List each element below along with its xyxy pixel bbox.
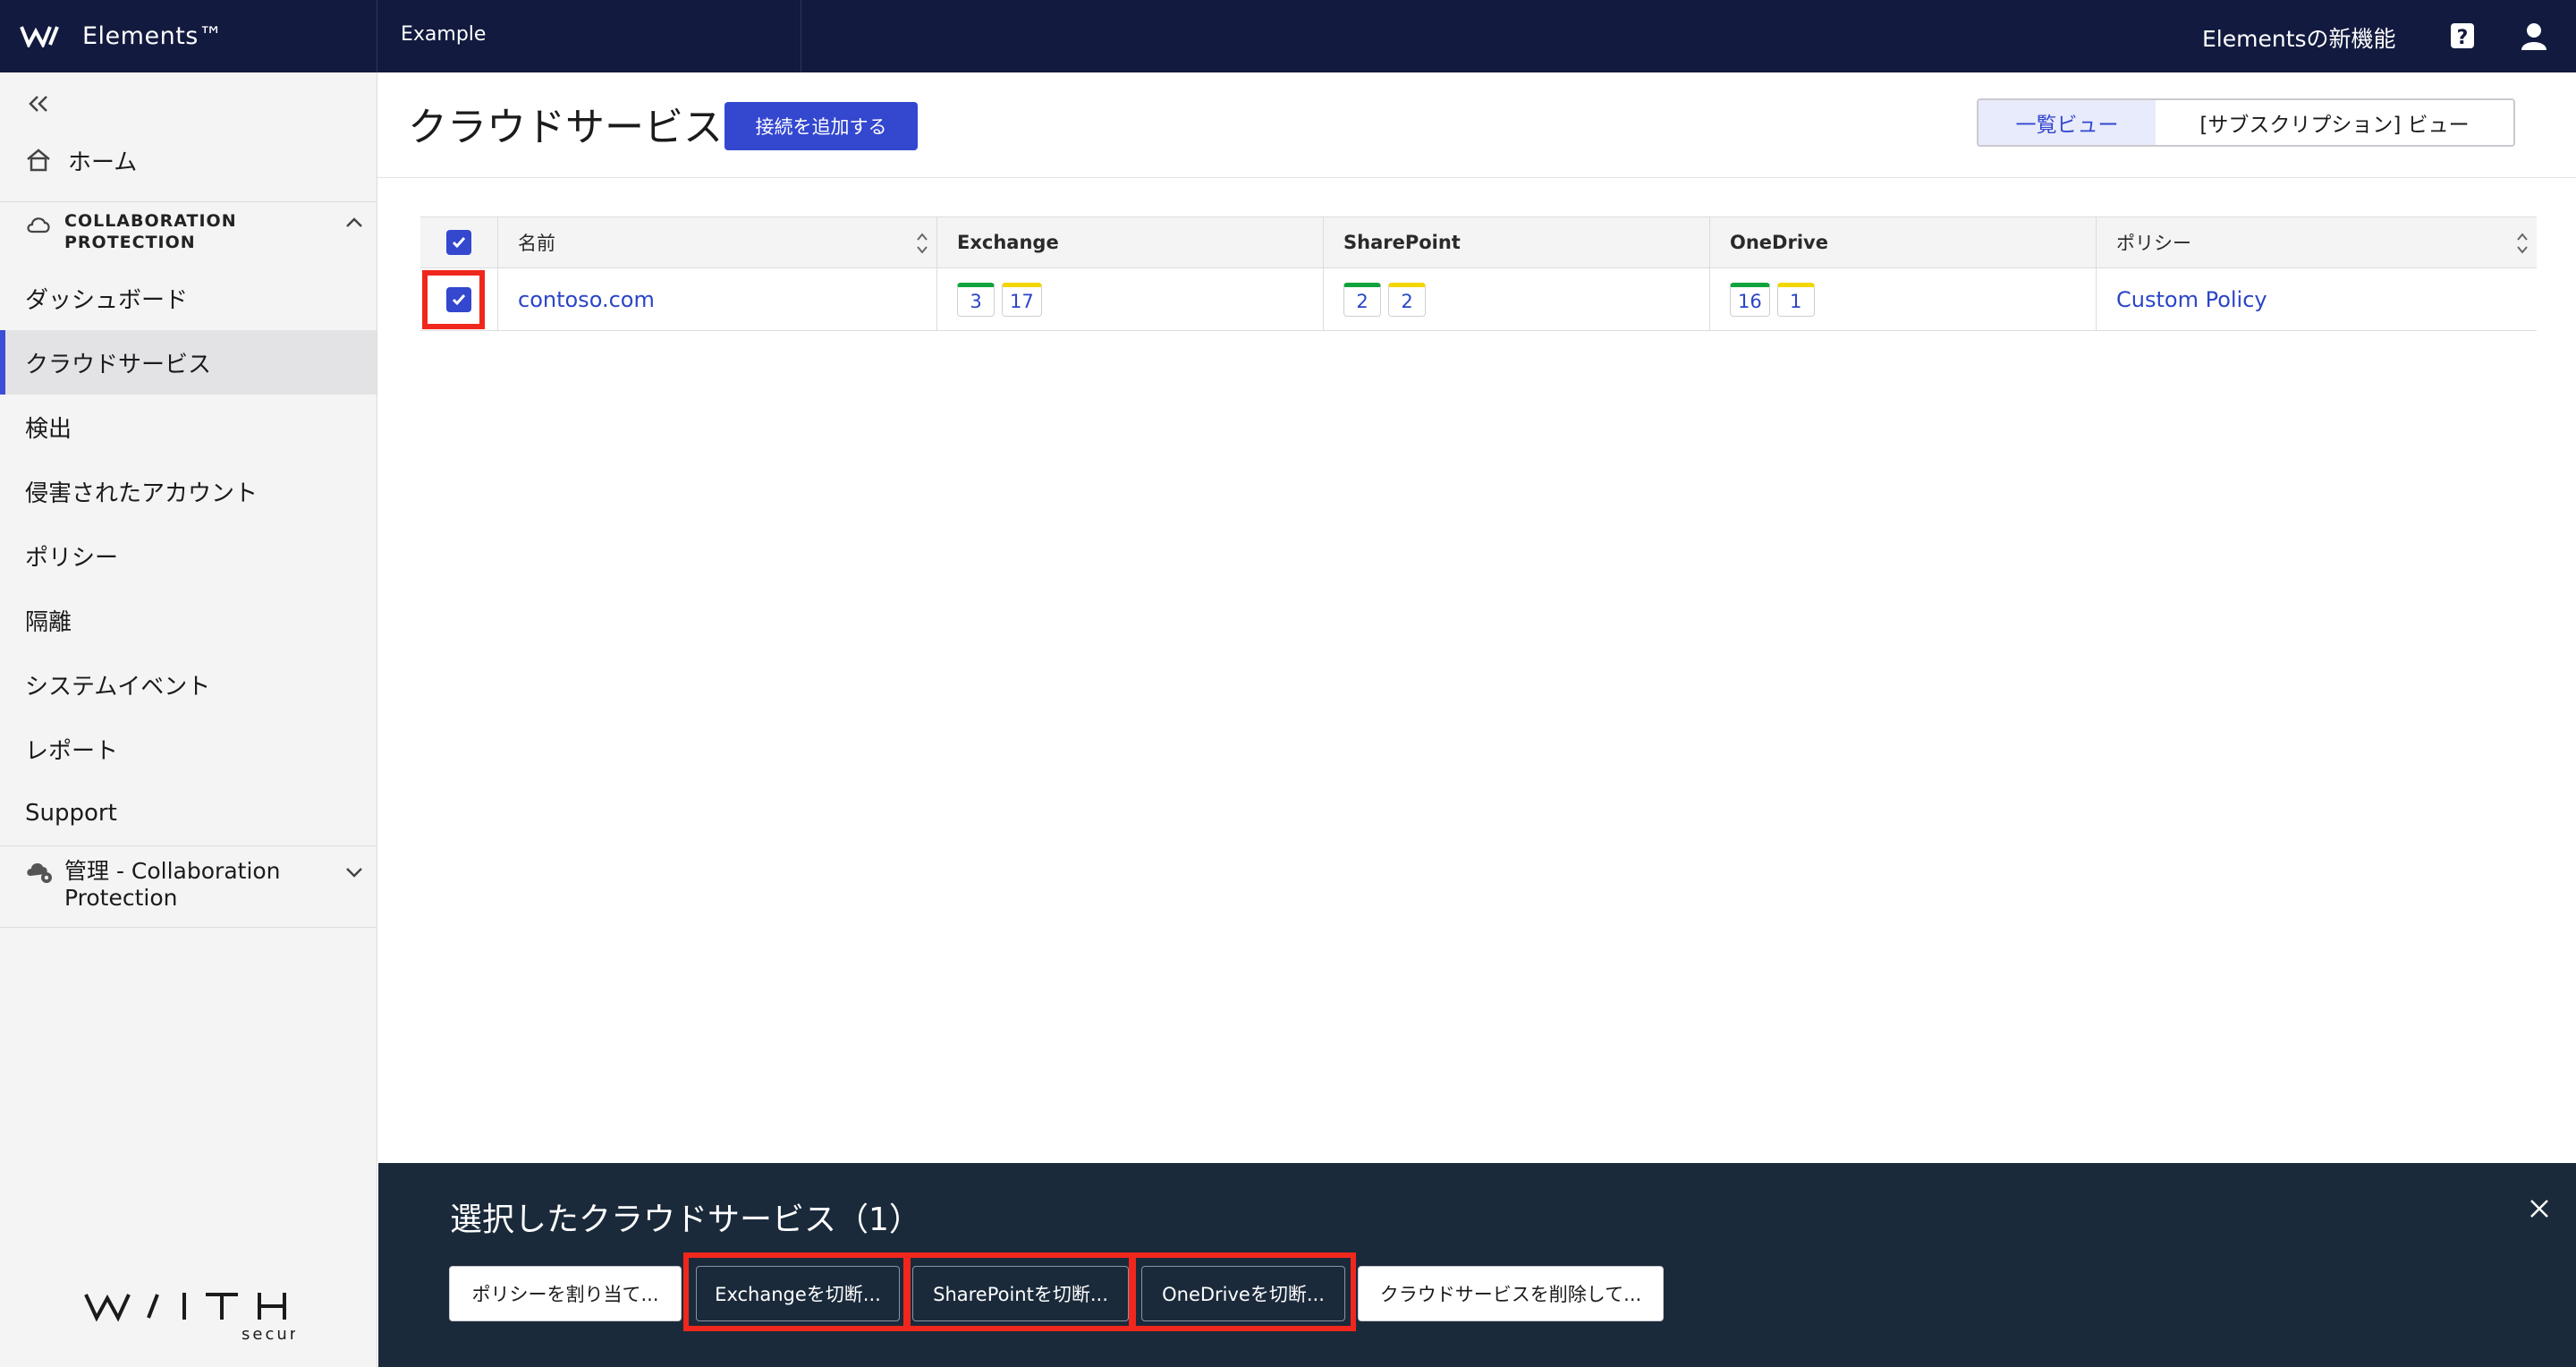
header-divider	[377, 177, 2576, 178]
policy-link[interactable]: Custom Policy	[2116, 287, 2267, 312]
sidebar-item-home[interactable]: ホーム	[25, 144, 137, 176]
org-name[interactable]: Example	[401, 23, 486, 46]
exchange-cell: 3 17	[936, 268, 1323, 330]
sort-icon[interactable]	[915, 230, 929, 257]
subscription-view-button[interactable]: [サブスクリプション] ビュー	[2156, 100, 2513, 145]
cloud-gear-icon	[27, 863, 52, 883]
column-header-policy[interactable]: ポリシー	[2096, 217, 2537, 267]
section-title: COLLABORATION PROTECTION	[64, 211, 237, 252]
brand-name: Elements™	[82, 21, 224, 50]
sidebar-divider	[0, 201, 377, 202]
add-connection-button[interactable]: 接続を追加する	[724, 102, 918, 150]
view-toggle: 一覧ビュー [サブスクリプション] ビュー	[1977, 98, 2515, 147]
admin-section[interactable]: 管理 - Collaboration Protection	[25, 858, 365, 912]
withsecure-logo-icon	[20, 26, 59, 47]
column-header-exchange: Exchange	[936, 217, 1323, 267]
disconnect-onedrive-button[interactable]: OneDriveを切断...	[1141, 1266, 1345, 1321]
sidebar-item-detections[interactable]: 検出	[0, 395, 377, 459]
sharepoint-unprotected-badge[interactable]: 2	[1388, 282, 1426, 317]
assign-policy-button[interactable]: ポリシーを割り当て...	[449, 1266, 682, 1321]
sort-icon[interactable]	[2515, 230, 2529, 257]
column-header-sharepoint: SharePoint	[1323, 217, 1709, 267]
admin-title: 管理 - Collaboration Protection	[64, 858, 281, 911]
sidebar-item-support[interactable]: Support	[0, 781, 377, 845]
cloud-services-table: 名前 Exchange SharePoint OneDrive ポリシー con…	[420, 217, 2537, 331]
user-icon[interactable]	[2519, 20, 2549, 52]
disconnect-sharepoint-button[interactable]: SharePointを切断...	[912, 1266, 1129, 1321]
sidebar-divider	[0, 845, 377, 846]
chevron-up-icon[interactable]	[343, 214, 365, 232]
sidebar-divider	[0, 927, 377, 928]
elements-logo[interactable]: Elements™	[20, 20, 223, 52]
sidebar-item-label: ホーム	[68, 149, 138, 176]
cloud-icon	[27, 217, 50, 233]
sharepoint-protected-badge[interactable]: 2	[1343, 282, 1381, 317]
onedrive-protected-badge[interactable]: 16	[1730, 282, 1770, 317]
table-header: 名前 Exchange SharePoint OneDrive ポリシー	[420, 217, 2537, 268]
column-header-name[interactable]: 名前	[497, 217, 936, 267]
sharepoint-cell: 2 2	[1323, 268, 1709, 330]
whats-new-link[interactable]: Elementsの新機能	[2202, 21, 2396, 54]
checkmark-icon	[452, 293, 466, 305]
table-row[interactable]: contoso.com 3 17 2 2 16 1 Custom Policy	[420, 268, 2537, 331]
help-icon[interactable]: ?	[2447, 20, 2478, 52]
name-cell: contoso.com	[497, 268, 936, 330]
selection-panel: 選択したクラウドサービス（1） ポリシーを割り当て... Exchangeを切断…	[378, 1163, 2576, 1367]
home-icon	[27, 149, 50, 172]
service-name-link[interactable]: contoso.com	[518, 287, 655, 312]
sidebar-item-quarantine[interactable]: 隔離	[0, 588, 377, 652]
chevron-down-icon[interactable]	[343, 863, 365, 881]
collapse-sidebar-icon[interactable]	[25, 90, 52, 117]
select-all-cell	[420, 217, 497, 267]
delete-cloud-service-button[interactable]: クラウドサービスを削除して...	[1358, 1266, 1664, 1321]
close-icon[interactable]	[2528, 1197, 2551, 1220]
exchange-protected-badge[interactable]: 3	[957, 282, 995, 317]
withsecure-brand-logo: secure	[84, 1293, 295, 1343]
sidebar-item-compromised-accounts[interactable]: 侵害されたアカウント	[0, 459, 377, 523]
selection-panel-title: 選択したクラウドサービス（1）	[450, 1201, 921, 1238]
onedrive-cell: 16 1	[1709, 268, 2096, 330]
row-select-cell	[420, 268, 497, 330]
sidebar-item-reports[interactable]: レポート	[0, 717, 377, 781]
sidebar: ホーム COLLABORATION PROTECTION ダッシュボード クラウ…	[0, 72, 377, 1367]
row-checkbox[interactable]	[446, 286, 471, 312]
exchange-unprotected-badge[interactable]: 17	[1002, 282, 1042, 317]
select-all-checkbox[interactable]	[446, 230, 471, 255]
column-header-onedrive: OneDrive	[1709, 217, 2096, 267]
checkmark-icon	[452, 237, 466, 249]
svg-text:secure: secure	[242, 1325, 295, 1343]
onedrive-unprotected-badge[interactable]: 1	[1776, 282, 1815, 317]
sidebar-item-dashboard[interactable]: ダッシュボード	[0, 266, 377, 330]
disconnect-exchange-button[interactable]: Exchangeを切断...	[696, 1266, 900, 1321]
collaboration-protection-section[interactable]: COLLABORATION PROTECTION	[25, 210, 365, 253]
list-view-button[interactable]: 一覧ビュー	[1979, 100, 2157, 145]
page-title: クラウドサービス	[408, 105, 723, 150]
svg-text:?: ?	[2457, 27, 2469, 49]
top-bar: Elements™ Example Elementsの新機能 ?	[0, 0, 2576, 72]
sidebar-item-cloud-services[interactable]: クラウドサービス	[0, 330, 377, 395]
sidebar-item-system-events[interactable]: システムイベント	[0, 652, 377, 717]
sidebar-item-policies[interactable]: ポリシー	[0, 523, 377, 588]
policy-cell: Custom Policy	[2096, 268, 2537, 330]
